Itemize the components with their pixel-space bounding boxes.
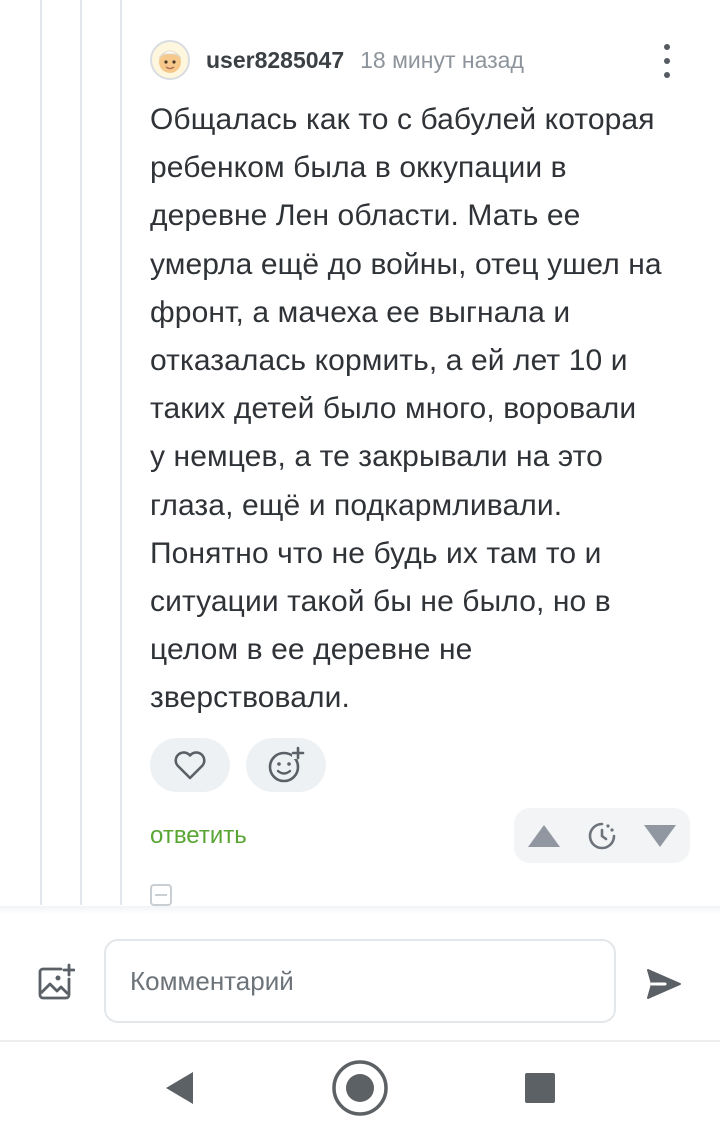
triangle-up-icon [528, 824, 561, 847]
upvote-button[interactable] [526, 823, 562, 849]
recents-square-icon [525, 1073, 555, 1103]
more-vertical-icon[interactable] [661, 44, 673, 78]
triangle-down-icon [643, 824, 676, 847]
nav-home-button[interactable] [330, 1058, 390, 1118]
comment-body: Общалась как то с бабулей которая ребенк… [150, 103, 662, 715]
thread-line [80, 0, 82, 905]
back-triangle-icon [166, 1072, 193, 1104]
downvote-button[interactable] [642, 823, 678, 849]
add-reaction-button[interactable] [246, 738, 326, 792]
add-emoji-icon [268, 746, 305, 783]
thread-line [120, 0, 122, 905]
clock-icon [588, 822, 616, 849]
system-navbar [0, 1042, 720, 1136]
send-button[interactable] [644, 964, 684, 1004]
heart-icon [174, 751, 206, 780]
username[interactable]: user8285047 [206, 47, 344, 74]
thread-line [40, 0, 42, 905]
rating-timer [587, 821, 617, 851]
minus-square-icon[interactable] [150, 884, 172, 906]
like-button[interactable] [150, 738, 230, 792]
comment-input[interactable] [104, 939, 616, 1023]
comment-header: user8285047 18 минут назад [150, 36, 695, 84]
timestamp: 18 минут назад [360, 46, 524, 73]
nav-recents-button[interactable] [520, 1068, 560, 1108]
send-icon [647, 969, 681, 999]
nav-back-button[interactable] [158, 1066, 202, 1110]
attach-image-button[interactable] [36, 962, 76, 1002]
divider [0, 906, 720, 914]
avatar[interactable] [150, 40, 190, 80]
reply-link[interactable]: ответить [150, 822, 247, 850]
image-add-icon [38, 963, 75, 1000]
home-circle-icon [332, 1060, 388, 1116]
rating-controls [514, 808, 690, 863]
reactions-bar [150, 738, 326, 792]
avatar-face-icon [158, 50, 182, 73]
comment: user8285047 18 минут назад Общалась как … [150, 36, 695, 723]
